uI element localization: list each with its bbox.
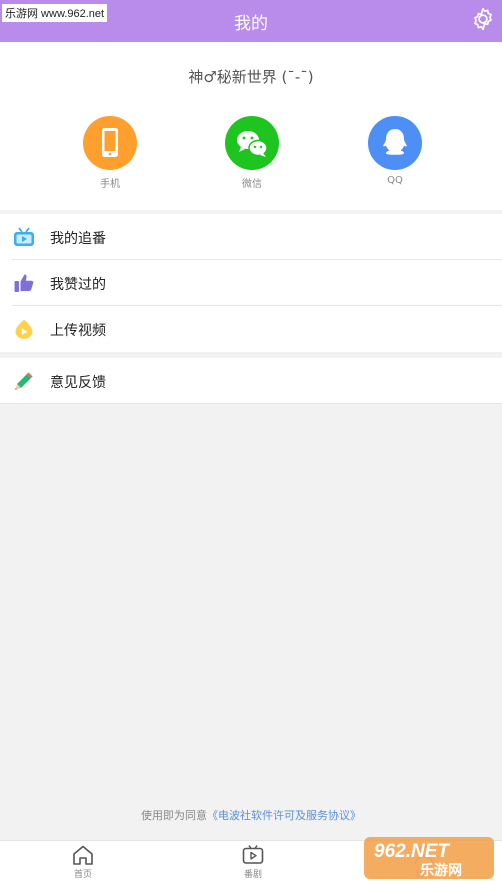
menu-label-feedback: 意见反馈 [50,375,106,391]
divider [0,403,502,404]
tab-home[interactable]: 首页 [43,844,123,880]
login-wechat-button[interactable]: 微信 [207,116,297,190]
wechat-icon [225,116,279,170]
menu-label-followed: 我的追番 [50,231,106,247]
menu-item-upload[interactable]: 上传视频 [0,306,502,352]
menu-item-followed[interactable]: 我的追番 [0,214,502,260]
menu-item-liked[interactable]: 我赞过的 [0,260,502,306]
header-bar: 乐游网 www.962.net 我的 [0,0,502,42]
logo-text-top: 962.NET [374,841,450,862]
tv-icon [14,227,34,246]
tab-anime[interactable]: 番剧 [213,844,293,880]
menu-group-main: 我的追番 我赞过的 上传视频 [0,214,502,352]
login-wechat-label: 微信 [242,179,262,190]
logo-text-bottom: 乐游网 [420,862,462,879]
login-phone-button[interactable]: 手机 [65,116,155,190]
menu-label-liked: 我赞过的 [50,277,106,293]
login-qq-button[interactable]: QQ [350,116,440,186]
thumbs-up-icon [14,274,34,292]
page-title: 我的 [234,14,268,34]
login-phone-label: 手机 [100,179,120,190]
qq-icon [368,116,422,170]
menu-item-feedback[interactable]: 意见反馈 [0,358,502,404]
login-qq-label: QQ [387,175,403,186]
tab-label-anime: 番剧 [243,870,262,880]
gear-icon[interactable] [470,6,496,32]
menu-label-upload: 上传视频 [50,323,106,339]
agreement-prefix: 使用即为同意 [141,809,207,822]
tab-label-home: 首页 [73,870,92,880]
profile-section: 神♂秘新世界 (¯-¯) 手机 微信 QQ [0,42,502,210]
agreement-link[interactable]: 《电波社软件许可及服务协议》 [207,809,361,822]
username: 神♂秘新世界 (¯-¯) [188,68,314,86]
upload-video-icon [15,319,33,339]
home-icon [73,845,93,865]
site-logo-watermark: 962.NET 乐游网 [364,837,494,879]
agreement-text: 使用即为同意《电波社软件许可及服务协议》 [0,807,502,823]
pencil-icon [15,372,33,390]
phone-icon [83,116,137,170]
menu-group-secondary: 意见反馈 [0,358,502,404]
tv-icon [242,845,264,864]
